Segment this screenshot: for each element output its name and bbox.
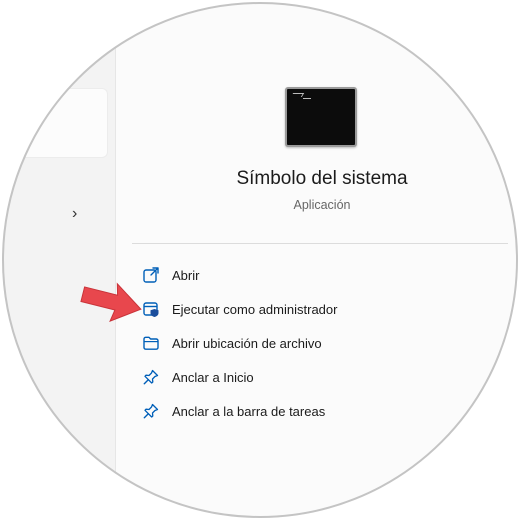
action-open[interactable]: Abrir: [142, 262, 199, 288]
action-open-file-location[interactable]: Abrir ubicación de archivo: [142, 330, 322, 356]
divider: [132, 243, 508, 244]
app-title: Símbolo del sistema: [236, 168, 408, 189]
pin-icon: [143, 403, 159, 419]
action-label: Anclar a Inicio: [172, 369, 254, 385]
chevron-right-icon[interactable]: ›: [72, 205, 88, 223]
app-details-pane: [116, 2, 518, 518]
run-as-admin-icon: [143, 302, 159, 317]
open-external-icon: [143, 267, 159, 283]
action-run-as-admin[interactable]: Ejecutar como administrador: [142, 296, 337, 322]
action-pin-to-start[interactable]: Anclar a Inicio: [142, 364, 254, 390]
pin-icon: [143, 369, 159, 385]
app-subtitle: Aplicación: [293, 198, 351, 212]
action-pin-to-taskbar[interactable]: Anclar a la barra de tareas: [142, 398, 325, 424]
red-arrow-icon: [80, 282, 142, 322]
command-prompt-icon: [285, 87, 357, 147]
action-label: Anclar a la barra de tareas: [172, 403, 326, 419]
action-label: Abrir: [172, 267, 200, 283]
magnified-view: › Símbolo del sistema Aplicación Abrir E…: [2, 2, 518, 518]
folder-icon: [143, 336, 159, 350]
action-label: Abrir ubicación de archivo: [172, 335, 322, 351]
left-pane: ›: [2, 2, 116, 518]
prompt-glyph: [290, 93, 305, 97]
left-pane-card[interactable]: [2, 88, 108, 158]
action-label: Ejecutar como administrador: [172, 301, 338, 317]
cursor-glyph: [303, 98, 311, 99]
